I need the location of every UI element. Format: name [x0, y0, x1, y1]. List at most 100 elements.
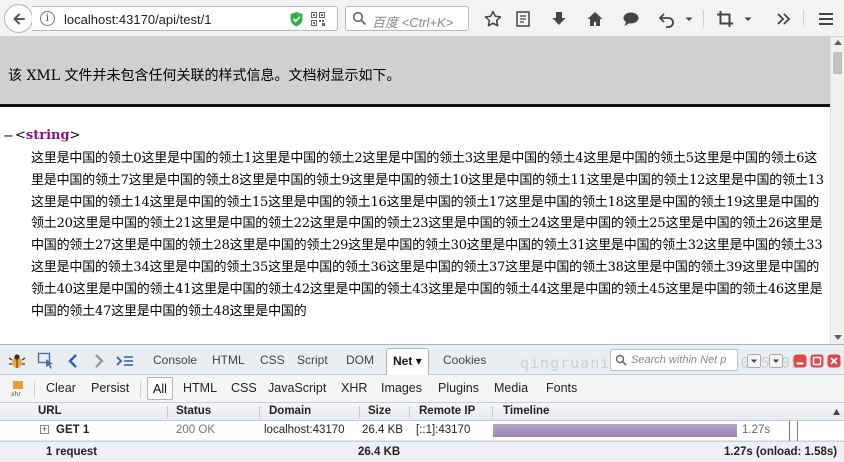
- firebug-search-input[interactable]: Search within Net p: [610, 349, 738, 371]
- tag-open-bracket: <: [15, 128, 26, 143]
- detach-icon[interactable]: [809, 350, 825, 372]
- tab-net-label: Net: [393, 354, 413, 368]
- tag-close-bracket: >: [69, 128, 81, 143]
- command-line-icon[interactable]: [114, 350, 136, 372]
- url-bar[interactable]: i localhost:43170/api/test/1: [32, 6, 358, 31]
- tab-css[interactable]: CSS: [260, 353, 285, 367]
- filter-fonts[interactable]: Fonts: [546, 381, 577, 395]
- summary-request-count: 1 request: [46, 446, 98, 458]
- column-separator: [492, 406, 493, 418]
- xml-tag-string: <string>: [15, 128, 80, 143]
- request-url[interactable]: GET 1: [56, 424, 89, 436]
- reading-list-icon[interactable]: [512, 8, 534, 30]
- tab-html[interactable]: HTML: [212, 353, 245, 367]
- filter-html[interactable]: HTML: [183, 381, 217, 395]
- net-table-header: URL Status Domain Size Remote IP Timelin…: [0, 403, 844, 421]
- history-forward-icon[interactable]: [88, 350, 110, 372]
- column-domain[interactable]: Domain: [269, 405, 311, 417]
- inspect-icon[interactable]: [35, 350, 57, 372]
- history-back-icon[interactable]: [62, 350, 84, 372]
- filter-xhr[interactable]: XHR: [341, 381, 367, 395]
- collapse-toggle[interactable]: −: [3, 129, 14, 144]
- search-placeholder: 百度 <Ctrl+K>: [372, 15, 454, 30]
- hamburger-menu-icon[interactable]: [815, 8, 837, 30]
- scroll-down-arrow-icon[interactable]: [834, 335, 842, 340]
- firebug-tabs-bar: Console HTML CSS Script DOM Net ▾ Cookie…: [0, 344, 844, 376]
- request-size: 26.4 KB: [362, 424, 403, 436]
- toolbar-separator: [703, 10, 704, 27]
- bookmark-star-icon[interactable]: [482, 8, 504, 30]
- search-bar[interactable]: 百度 <Ctrl+K>: [345, 6, 469, 31]
- summary-size: 26.4 KB: [358, 446, 401, 458]
- crop-icon[interactable]: [714, 8, 736, 30]
- column-url[interactable]: URL: [38, 405, 62, 417]
- back-button[interactable]: [4, 4, 33, 33]
- vertical-scrollbar[interactable]: [830, 37, 844, 344]
- tab-console[interactable]: Console: [153, 353, 197, 367]
- filter-separator: [34, 381, 35, 398]
- toolbar-separator: [803, 10, 804, 27]
- request-remote-ip: [::1]:43170: [416, 424, 471, 436]
- column-separator: [259, 406, 260, 418]
- request-domain: localhost:43170: [264, 424, 345, 436]
- qr-code-icon[interactable]: [311, 12, 325, 26]
- xml-tree: − <string> 这里是中国的领土0这里是中国的领土1这里是中国的领土2这里…: [0, 110, 830, 344]
- tab-script[interactable]: Script: [297, 353, 328, 367]
- filter-plugins[interactable]: Plugins: [438, 381, 479, 395]
- xhr-breakpoint-icon[interactable]: xhr: [7, 378, 29, 400]
- panel-options-button[interactable]: [743, 350, 765, 372]
- minimize-icon[interactable]: [792, 350, 808, 372]
- close-icon[interactable]: [826, 350, 842, 372]
- home-icon[interactable]: [584, 8, 606, 30]
- scroll-up-arrow-icon[interactable]: [834, 40, 842, 45]
- filter-css[interactable]: CSS: [231, 381, 257, 395]
- svg-text:xhr: xhr: [11, 391, 21, 398]
- filter-separator: [140, 381, 141, 398]
- column-size[interactable]: Size: [368, 405, 391, 417]
- xml-info-banner: 该 XML 文件并未包含任何关联的样式信息。文档树显示如下。: [0, 37, 830, 107]
- overflow-icon[interactable]: [773, 8, 795, 30]
- filter-media[interactable]: Media: [494, 381, 528, 395]
- persist-button[interactable]: Persist: [91, 381, 129, 395]
- tab-net[interactable]: Net ▾: [386, 348, 429, 376]
- filter-images[interactable]: Images: [381, 381, 422, 395]
- firebug-search-placeholder: Search within Net p: [631, 354, 727, 366]
- column-separator: [359, 406, 360, 418]
- filter-all[interactable]: All: [147, 377, 173, 400]
- url-text[interactable]: localhost:43170/api/test/1: [64, 12, 211, 27]
- shield-icon[interactable]: [289, 11, 304, 27]
- clear-button[interactable]: Clear: [46, 381, 76, 395]
- info-icon[interactable]: i: [40, 11, 55, 26]
- back-arrow-icon: [13, 13, 25, 24]
- scrollbar-thumb[interactable]: [833, 52, 842, 74]
- net-summary-row: 1 request 26.4 KB 1.27s (onload: 1.58s): [0, 441, 844, 462]
- request-status: 200 OK: [176, 424, 215, 436]
- sort-arrow-icon[interactable]: [832, 408, 841, 416]
- table-row[interactable]: + GET 1 200 OK localhost:43170 26.4 KB […: [0, 421, 844, 441]
- domcontentloaded-marker: [789, 421, 790, 441]
- column-separator: [167, 406, 168, 418]
- search-icon: [615, 354, 627, 366]
- column-status[interactable]: Status: [176, 405, 211, 417]
- xml-text-content: 这里是中国的领土0这里是中国的领土1这里是中国的领土2这里是中国的领土3这里是中…: [31, 151, 824, 319]
- chevron-down-icon[interactable]: [765, 350, 787, 372]
- column-timeline[interactable]: Timeline: [503, 405, 549, 417]
- chat-icon[interactable]: [620, 8, 642, 30]
- filter-javascript[interactable]: JavaScript: [268, 381, 326, 395]
- firebug-bug-icon[interactable]: [6, 350, 28, 372]
- summary-timing: 1.27s (onload: 1.58s): [724, 446, 838, 458]
- dropdown-icon[interactable]: [741, 8, 755, 30]
- chevron-down-icon: ▾: [415, 354, 422, 368]
- dropdown-icon[interactable]: [682, 8, 696, 30]
- column-separator: [409, 406, 410, 418]
- undo-icon[interactable]: [656, 8, 678, 30]
- request-time: 1.27s: [742, 424, 771, 436]
- tab-dom[interactable]: DOM: [346, 353, 374, 367]
- download-icon[interactable]: [548, 8, 570, 30]
- tab-cookies[interactable]: Cookies: [443, 353, 486, 367]
- tag-name: string: [25, 128, 70, 143]
- timeline-bar[interactable]: [493, 424, 737, 437]
- xml-info-text: 该 XML 文件并未包含任何关联的样式信息。文档树显示如下。: [8, 68, 401, 84]
- expand-icon[interactable]: +: [40, 425, 49, 434]
- column-remote-ip[interactable]: Remote IP: [419, 405, 475, 417]
